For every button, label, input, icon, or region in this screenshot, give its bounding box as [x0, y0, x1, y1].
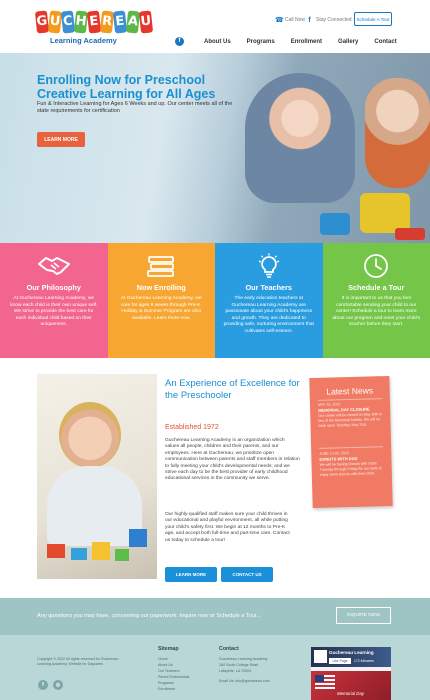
feature-title: Our Philosophy — [26, 283, 81, 292]
clock-icon — [323, 253, 430, 279]
feature-teachers[interactable]: Our Teachers The early education teacher… — [215, 243, 323, 358]
about-photo — [37, 374, 157, 579]
hero-photo-child — [365, 78, 430, 188]
inquire-strip: Any questions you may have, concerning o… — [0, 598, 430, 635]
sitemap-link-enrollment[interactable]: Enrollment — [158, 687, 189, 693]
facebook-post-text: Memorial Day — [337, 691, 365, 696]
news-text: Our center will be closed on May 30th in… — [318, 411, 383, 428]
books-icon — [108, 253, 216, 279]
instagram-icon[interactable]: ◎ — [53, 680, 63, 690]
facebook-avatar — [314, 650, 327, 663]
facebook-icon[interactable]: f — [38, 680, 48, 690]
facebook-cover: Guchereau Learning Like Page 172 followe… — [311, 647, 391, 667]
about-title: An Experience of Excellence for the Pres… — [165, 378, 300, 401]
about-established: Established 1972 — [165, 424, 219, 431]
call-now-link[interactable]: ☎ Call Now — [275, 13, 305, 27]
social-links: f ◎ — [38, 680, 63, 690]
logo-letter: E — [86, 10, 102, 34]
facebook-icon: f — [308, 16, 311, 24]
feature-enrolling[interactable]: Now Enrolling At Guchereau Learning Acad… — [107, 243, 216, 358]
facebook-nav-icon[interactable]: f — [175, 37, 184, 46]
news-divider — [319, 446, 384, 449]
facebook-like-button[interactable]: Like Page — [329, 658, 351, 664]
feature-title: Our Teachers — [245, 283, 292, 292]
logo-letter: E — [112, 10, 128, 34]
site-footer: Copyright © 2022 All rights reserved for… — [0, 635, 430, 700]
facebook-followers: 172 followers — [354, 659, 374, 663]
nav-contact[interactable]: Contact — [374, 39, 396, 45]
about-photo-child — [59, 402, 121, 468]
nav-programs[interactable]: Programs — [247, 39, 275, 45]
schedule-tour-button[interactable]: Schedule A Tour — [354, 12, 392, 26]
phone-icon: ☎ — [275, 16, 284, 24]
about-learn-more-button[interactable]: LEARN MORE — [165, 567, 217, 582]
hero-photo-toy — [360, 193, 410, 233]
logo-letter: A — [125, 10, 141, 34]
site-header: GUCHEREAU Learning Academy ☎ Call Now f … — [0, 0, 430, 53]
copyright-text: Copyright © 2022 All rights reserved for… — [37, 657, 119, 666]
toy-block — [92, 542, 110, 560]
facebook-post-image: Memorial Day — [311, 671, 391, 700]
hero-learn-more-button[interactable]: LEARN MORE — [37, 132, 85, 147]
contact-line: Lafayette, LA 70503 — [219, 668, 251, 673]
sitemap-links: Home About Us Our Teachers Parent Testim… — [158, 657, 189, 692]
sitemap-title: Sitemap — [158, 646, 179, 652]
news-item[interactable]: MAY 16, 2022 MEMORIAL DAY CLOSURE Our ce… — [318, 401, 385, 428]
logo-letter: H — [73, 10, 89, 34]
feature-text: At Guchereau Learning Academy, we care f… — [120, 296, 202, 321]
inquire-text: Any questions you may have, concerning o… — [37, 613, 262, 619]
flag-stars-icon — [315, 675, 324, 682]
news-title: Latest News — [326, 385, 374, 397]
toy-block — [129, 529, 147, 547]
toy-block — [71, 548, 87, 560]
about-contact-button[interactable]: CONTACT US — [221, 567, 273, 582]
hero-subtitle: Fun & Interactive Learning for Ages 6 We… — [37, 101, 233, 114]
feature-boxes: Our Philosophy At Guchereau Learning Aca… — [0, 243, 430, 358]
feature-title: Now Enrolling — [136, 283, 186, 292]
call-now-label: Call Now — [285, 17, 306, 23]
main-nav: f About Us Programs Enrollment Gallery C… — [175, 34, 397, 49]
handshake-icon — [0, 253, 108, 279]
contact-details: Guchereau Learning Academy 184 South Col… — [219, 657, 270, 685]
about-paragraph: Guchereau Learning Academy is an organiz… — [165, 438, 300, 482]
news-item[interactable]: JUNE 13-26, 2022 DONUTS WITH DAD We will… — [319, 450, 386, 477]
facebook-page-widget[interactable]: Guchereau Learning Like Page 172 followe… — [311, 647, 391, 700]
inquire-now-button[interactable]: INQUIRE NOW — [336, 607, 391, 624]
contact-email[interactable]: Email Us: info@guchereau.com — [219, 679, 270, 685]
sitemap-link-testimonials[interactable]: Parent Testimonials — [158, 675, 189, 681]
logo-letter: G — [34, 10, 50, 34]
latest-news-card: Latest News MAY 16, 2022 MEMORIAL DAY CL… — [309, 375, 393, 509]
stay-connected-link[interactable]: f Stay Connected — [306, 13, 352, 27]
hero-photo-toy — [395, 228, 425, 240]
hero-photo-toddler — [245, 73, 355, 203]
facebook-page-name[interactable]: Guchereau Learning — [329, 650, 374, 655]
logo-wordmark: GUCHEREAU — [34, 10, 154, 35]
logo-letter: C — [60, 10, 76, 34]
news-text: We will be having Donuts with Dads Tuesd… — [319, 460, 382, 477]
toy-block — [115, 549, 129, 561]
feature-philosophy[interactable]: Our Philosophy At Guchereau Learning Aca… — [0, 243, 108, 358]
nav-enrollment[interactable]: Enrollment — [291, 39, 322, 45]
about-photo-child — [47, 466, 142, 546]
feature-text: At Guchereau Learning Academy, we know e… — [10, 296, 98, 328]
toy-block — [47, 544, 65, 558]
feature-title: Schedule a Tour — [348, 283, 405, 292]
about-paragraph: Our highly-qualified staff makes sure yo… — [165, 512, 290, 543]
logo-letter: U — [138, 10, 154, 34]
feature-text: It is important to us that you feel comf… — [332, 296, 421, 328]
stay-connected-label: Stay Connected — [316, 17, 352, 23]
nav-about-us[interactable]: About Us — [204, 39, 231, 45]
feature-tour[interactable]: Schedule a Tour It is important to us th… — [322, 243, 430, 358]
logo-letter: R — [99, 10, 115, 34]
logo-subtitle: Learning Academy — [50, 36, 117, 45]
nav-gallery[interactable]: Gallery — [338, 39, 358, 45]
hero-banner: Enrolling Now for Preschool Creative Lea… — [0, 53, 430, 243]
feature-text: The early education teachers at Gucherea… — [223, 296, 314, 334]
hero-photo-toy — [320, 213, 350, 235]
lightbulb-icon — [215, 253, 323, 279]
hero-title: Enrolling Now for Preschool Creative Lea… — [37, 73, 216, 101]
logo-letter: U — [47, 10, 63, 34]
contact-title: Contact — [219, 646, 239, 652]
logo[interactable]: GUCHEREAU Learning Academy — [34, 10, 154, 47]
